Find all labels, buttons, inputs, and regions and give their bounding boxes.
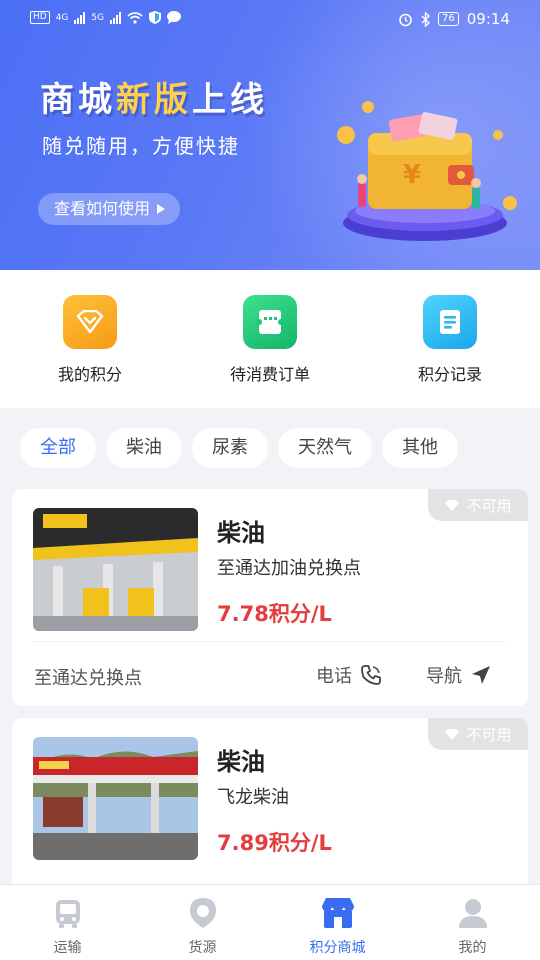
shield-icon — [149, 11, 162, 24]
wifi-icon — [127, 11, 143, 24]
clock: 09:14 — [466, 10, 510, 28]
my-points-icon-tile — [63, 295, 117, 349]
filter-natural-gas[interactable]: 天然气 — [278, 428, 372, 468]
my-points-label: 我的积分 — [57, 365, 122, 384]
banner-title-part1: 商城 — [40, 80, 116, 120]
promo-banner[interactable]: HD 4G 5G 76 09:14 商城新版上线 随兑随用，方便快捷 查看如何使… — [0, 0, 540, 270]
bluetooth-icon — [421, 11, 431, 27]
my-points-button[interactable]: 我的积分 — [0, 270, 180, 408]
play-triangle-icon — [157, 204, 166, 214]
user-icon — [455, 895, 491, 931]
unavailable-tag: 不可用 — [428, 718, 528, 750]
battery-indicator: 76 — [438, 12, 459, 26]
listing-station-name: 至通达加油兑换点 — [217, 558, 361, 579]
listing-station-name: 飞龙柴油 — [217, 787, 289, 808]
tab-transport-label: 运输 — [53, 940, 82, 956]
how-to-use-button[interactable]: 查看如何使用 — [38, 193, 181, 225]
navigation-arrow-icon — [472, 666, 490, 684]
points-history-label: 积分记录 — [417, 365, 482, 384]
filter-diesel[interactable]: 柴油 — [106, 428, 182, 468]
tab-cargo[interactable]: 货源 — [135, 885, 270, 960]
tab-cargo-label: 货源 — [188, 940, 217, 956]
listing-price: 7.78积分/L — [217, 602, 332, 626]
points-history-icon-tile — [423, 295, 477, 349]
listing-card[interactable]: 不可用 柴油 飞龙柴油 7.89积分/L — [12, 718, 528, 898]
truck-icon — [50, 895, 86, 931]
document-icon — [440, 310, 460, 334]
bottom-tab-bar: 运输 货源 积分商城 我的 — [0, 884, 540, 960]
message-icon — [167, 11, 182, 24]
wallet-illustration — [337, 101, 517, 241]
location-pin-icon — [185, 895, 221, 931]
navigate-label: 导航 — [426, 666, 462, 687]
category-filter: 全部 柴油 尿素 天然气 其他 — [20, 428, 540, 468]
network-4g-label: 4G — [55, 12, 69, 23]
listing-title: 柴油 — [217, 748, 265, 776]
call-button[interactable]: 电话 — [316, 662, 382, 688]
station-photo — [33, 737, 198, 860]
diamond-tag-icon — [445, 728, 460, 740]
network-5g-label: 5G — [91, 12, 105, 23]
tab-profile[interactable]: 我的 — [405, 885, 540, 960]
quick-actions: 我的积分 待消费订单 积分记录 — [0, 270, 540, 408]
tab-points-mall[interactable]: 积分商城 — [270, 885, 405, 960]
ticket-icon — [257, 310, 283, 334]
card-divider — [34, 641, 506, 642]
banner-title: 商城新版上线 — [40, 72, 268, 121]
unavailable-tag: 不可用 — [428, 489, 528, 521]
signal-icon-2 — [110, 11, 122, 24]
filter-other[interactable]: 其他 — [382, 428, 458, 468]
hd-indicator: HD — [30, 11, 50, 24]
banner-title-highlight: 新版 — [116, 80, 192, 120]
unavailable-label: 不可用 — [466, 496, 512, 515]
pending-orders-button[interactable]: 待消费订单 — [180, 270, 360, 408]
station-photo — [33, 508, 198, 631]
status-bar: HD 4G 5G 76 09:14 — [0, 0, 540, 38]
store-icon — [320, 895, 356, 931]
listing-title: 柴油 — [217, 519, 265, 547]
listing-card[interactable]: 不可用 柴油 至通达加油兑换点 7.78积分/L 至通达兑换点 电话 导航 — [12, 489, 528, 706]
tab-points-mall-label: 积分商城 — [309, 940, 366, 956]
listing-price: 7.89积分/L — [217, 831, 332, 855]
diamond-tag-icon — [445, 499, 460, 511]
signal-icon — [74, 11, 86, 24]
how-to-use-label: 查看如何使用 — [54, 199, 151, 218]
pending-orders-icon-tile — [243, 295, 297, 349]
pending-orders-label: 待消费订单 — [229, 365, 310, 384]
filter-all[interactable]: 全部 — [20, 428, 96, 468]
filter-urea[interactable]: 尿素 — [192, 428, 268, 468]
phone-icon — [361, 665, 381, 685]
call-label: 电话 — [316, 666, 352, 687]
points-history-button[interactable]: 积分记录 — [360, 270, 540, 408]
wallet-yuan-symbol: ¥ — [403, 160, 422, 190]
tab-transport[interactable]: 运输 — [0, 885, 135, 960]
banner-title-part3: 上线 — [192, 80, 268, 120]
listing-location-name: 至通达兑换点 — [34, 668, 142, 689]
unavailable-label: 不可用 — [466, 725, 512, 744]
alarm-icon — [399, 13, 412, 26]
navigate-button[interactable]: 导航 — [426, 662, 492, 688]
tab-profile-label: 我的 — [458, 940, 487, 956]
diamond-icon — [76, 310, 104, 334]
banner-subtitle: 随兑随用，方便快捷 — [42, 134, 240, 158]
